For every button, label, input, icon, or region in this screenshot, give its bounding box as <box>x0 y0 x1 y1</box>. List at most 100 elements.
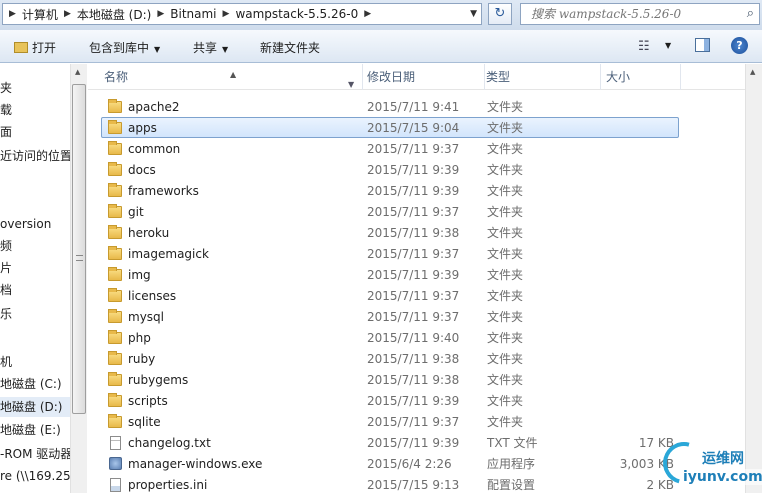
nav-item[interactable]: 地磁盘 (D:) <box>0 397 70 417</box>
file-name: manager-windows.exe <box>128 457 263 471</box>
include-label: 包含到库中 <box>89 41 150 55</box>
breadcrumb-item[interactable]: Bitnami <box>170 7 216 21</box>
chevron-right-icon[interactable]: ▶ <box>157 9 164 19</box>
file-row[interactable]: apache2 2015/7/11 9:41 文件夹 <box>101 96 679 117</box>
file-type: 文件夹 <box>487 352 524 366</box>
breadcrumb-item[interactable]: 本地磁盘 (D:) <box>77 6 151 23</box>
file-type: 文件夹 <box>487 205 524 219</box>
file-row[interactable]: changelog.txt 2015/7/11 9:39 TXT 文件 17 KB <box>101 432 679 453</box>
open-button[interactable]: 打开 <box>14 39 56 56</box>
file-type: 文件夹 <box>487 184 524 198</box>
file-name: imagemagick <box>128 247 209 261</box>
file-name: frameworks <box>128 184 199 198</box>
file-row[interactable]: docs 2015/7/11 9:39 文件夹 <box>101 159 679 180</box>
file-name: properties.ini <box>128 478 208 492</box>
nav-item[interactable]: -ROM 驱动器 <box>0 444 72 464</box>
chevron-down-icon[interactable]: ▼ <box>665 41 671 50</box>
command-bar: 打开 包含到库中 ▼ 共享 ▼ 新建文件夹 ☷ ▼ ? <box>0 30 762 63</box>
nav-scroll-thumb[interactable] <box>72 84 86 414</box>
nav-item[interactable]: oversion <box>0 214 51 234</box>
column-date[interactable]: 修改日期 <box>363 64 485 90</box>
nav-item[interactable]: 机 <box>0 352 12 372</box>
file-row[interactable]: ruby 2015/7/11 9:38 文件夹 <box>101 348 679 369</box>
file-type: 文件夹 <box>487 268 524 282</box>
include-in-library-button[interactable]: 包含到库中 ▼ <box>89 39 160 56</box>
file-name: heroku <box>128 226 170 240</box>
breadcrumb-item[interactable]: wampstack-5.5.26-0 <box>235 7 358 21</box>
file-row[interactable]: img 2015/7/11 9:39 文件夹 <box>101 264 679 285</box>
file-type: 配置设置 <box>487 478 536 492</box>
folder-icon <box>108 225 122 239</box>
help-icon[interactable]: ? <box>731 37 748 54</box>
file-row[interactable]: heroku 2015/7/11 9:38 文件夹 <box>101 222 679 243</box>
file-row[interactable]: manager-windows.exe 2015/6/4 2:26 应用程序 3,00… <box>101 453 679 474</box>
column-size[interactable]: 大小 <box>601 64 681 90</box>
nav-item[interactable]: 地磁盘 (C:) <box>0 374 62 394</box>
settings-file-icon <box>110 478 121 492</box>
file-name: sqlite <box>128 415 161 429</box>
file-row[interactable]: mysql 2015/7/11 9:37 文件夹 <box>101 306 679 327</box>
file-date: 2015/7/11 9:37 <box>367 142 460 156</box>
file-name: changelog.txt <box>128 436 211 450</box>
nav-item[interactable]: 档 <box>0 280 12 300</box>
scroll-up-icon[interactable]: ▲ <box>75 68 80 76</box>
new-folder-button[interactable]: 新建文件夹 <box>260 39 320 56</box>
nav-item[interactable]: 地磁盘 (E:) <box>0 420 61 440</box>
list-scrollbar[interactable]: ▲ <box>745 64 762 493</box>
file-row[interactable]: rubygems 2015/7/11 9:38 文件夹 <box>101 369 679 390</box>
file-row[interactable]: php 2015/7/11 9:40 文件夹 <box>101 327 679 348</box>
breadcrumb-item[interactable]: 计算机 <box>22 6 58 23</box>
nav-item[interactable]: 近访问的位置 <box>0 146 72 166</box>
nav-item[interactable]: re (\\169.254 <box>0 466 72 486</box>
folder-icon <box>108 204 122 218</box>
chevron-right-icon[interactable]: ▶ <box>223 9 230 19</box>
file-row[interactable]: frameworks 2015/7/11 9:39 文件夹 <box>101 180 679 201</box>
folder-icon <box>108 309 122 323</box>
file-row[interactable]: git 2015/7/11 9:37 文件夹 <box>101 201 679 222</box>
nav-item[interactable]: 片 <box>0 258 12 278</box>
nav-item[interactable]: 面 <box>0 122 12 142</box>
file-name: mysql <box>128 310 164 324</box>
nav-item[interactable]: 载 <box>0 100 12 120</box>
chevron-down-icon: ▼ <box>222 45 229 54</box>
open-label: 打开 <box>32 41 57 55</box>
file-row[interactable]: sqlite 2015/7/11 9:37 文件夹 <box>101 411 679 432</box>
refresh-button[interactable]: ↻ <box>488 3 512 25</box>
file-row[interactable]: scripts 2015/7/11 9:39 文件夹 <box>101 390 679 411</box>
search-icon[interactable]: ⌕ <box>747 6 754 21</box>
search-box[interactable]: ⌕ <box>520 3 760 25</box>
file-date: 2015/7/11 9:40 <box>367 331 460 345</box>
column-type-label: 类型 <box>486 70 511 84</box>
chevron-down-icon[interactable]: ▼ <box>470 4 477 24</box>
preview-pane-icon[interactable] <box>695 38 710 52</box>
share-button[interactable]: 共享 ▼ <box>193 39 228 56</box>
view-options-icon[interactable]: ☷ <box>638 39 650 54</box>
folder-icon <box>108 414 122 428</box>
file-row[interactable]: apps 2015/7/15 9:04 文件夹 <box>101 117 679 138</box>
folder-icon <box>108 351 122 365</box>
column-name[interactable]: ▲ 名称 ▼ <box>88 64 363 90</box>
scroll-up-icon[interactable]: ▲ <box>750 68 755 76</box>
file-row[interactable]: common 2015/7/11 9:37 文件夹 <box>101 138 679 159</box>
file-row[interactable]: licenses 2015/7/11 9:37 文件夹 <box>101 285 679 306</box>
address-bar[interactable]: ▶ 计算机 ▶ 本地磁盘 (D:) ▶ Bitnami ▶ wampstack-5.5.26-… <box>2 3 482 25</box>
folder-icon <box>108 288 122 302</box>
nav-item[interactable]: 乐 <box>0 304 12 324</box>
chevron-right-icon[interactable]: ▶ <box>9 9 16 19</box>
chevron-down-icon[interactable]: ▼ <box>348 72 354 98</box>
file-row[interactable]: imagemagick 2015/7/11 9:37 文件夹 <box>101 243 679 264</box>
application-icon <box>109 457 122 470</box>
folder-icon <box>108 120 122 134</box>
column-size-label: 大小 <box>606 70 631 84</box>
chevron-right-icon[interactable]: ▶ <box>64 9 71 19</box>
search-input[interactable] <box>521 4 731 24</box>
nav-scrollbar[interactable]: ▲ <box>70 64 87 493</box>
column-type[interactable]: 类型 <box>485 64 601 90</box>
file-row[interactable]: properties.ini 2015/7/15 9:13 配置设置 2 KB <box>101 474 679 493</box>
file-type: 文件夹 <box>487 331 524 345</box>
nav-item[interactable]: 频 <box>0 236 12 256</box>
nav-item[interactable]: 夹 <box>0 78 12 98</box>
file-date: 2015/7/11 9:37 <box>367 310 460 324</box>
file-list: apache2 2015/7/11 9:41 文件夹 apps 2015/7/15 9:… <box>88 96 748 493</box>
chevron-right-icon[interactable]: ▶ <box>364 9 371 19</box>
